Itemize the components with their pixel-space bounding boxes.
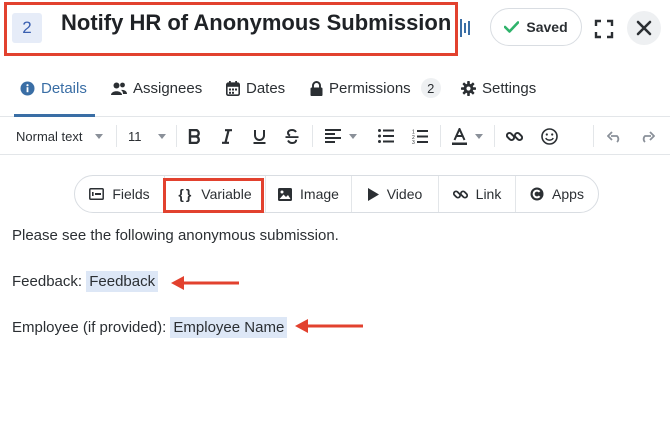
insert-label: Fields [112, 186, 150, 202]
redo-icon [642, 130, 655, 143]
employee-label: Employee (if provided): [12, 319, 167, 336]
text-color-icon [452, 127, 467, 145]
drag-handle-icon[interactable] [460, 19, 470, 37]
saved-button[interactable]: Saved [490, 8, 582, 46]
header: 2 Notify HR of Anonymous Submission Save… [0, 0, 670, 58]
chevron-down-icon [475, 133, 483, 139]
tab-label: Assignees [133, 79, 203, 97]
emoji-button[interactable] [541, 118, 558, 154]
font-size-value: 11 [128, 128, 142, 144]
font-size-dropdown[interactable]: 11 [128, 118, 166, 154]
insert-label: Video [386, 186, 423, 202]
bullet-list-button[interactable] [378, 118, 394, 154]
text-color-dropdown[interactable] [452, 118, 483, 154]
text-style-dropdown[interactable]: Normal text [16, 118, 104, 154]
feedback-variable-chip[interactable]: Feedback [86, 271, 159, 292]
divider [440, 125, 441, 147]
insert-fields-button[interactable]: Fields [75, 176, 164, 212]
close-button[interactable] [627, 11, 661, 45]
apps-icon [530, 187, 544, 201]
employee-line: Employee (if provided): Employee Name [12, 317, 288, 338]
employee-variable-chip[interactable]: Employee Name [170, 317, 288, 338]
saved-label: Saved [526, 19, 568, 35]
tab-label: Details [41, 79, 87, 97]
insert-link-button[interactable]: Link [439, 176, 515, 212]
emoji-icon [541, 127, 558, 145]
bold-button[interactable] [188, 118, 201, 154]
insert-label: Apps [552, 186, 584, 202]
redo-button[interactable] [640, 118, 655, 154]
play-icon [367, 187, 379, 201]
feedback-label: Feedback: [12, 273, 83, 290]
divider [116, 125, 117, 147]
users-icon [111, 82, 127, 95]
align-left-icon [325, 129, 341, 143]
image-icon [278, 187, 293, 201]
bullet-list-icon [378, 129, 394, 143]
bold-icon [188, 128, 200, 144]
permissions-count-badge: 2 [420, 78, 441, 98]
chevron-down-icon [349, 133, 357, 139]
link-icon [506, 131, 523, 141]
annotation-arrow-feedback [171, 276, 239, 290]
checkmark-icon [504, 21, 520, 33]
link-icon [452, 189, 468, 199]
svg-text:3: 3 [412, 140, 415, 144]
calendar-icon [226, 80, 240, 96]
insert-label: Image [300, 186, 339, 202]
tab-assignees[interactable]: Assignees [111, 60, 202, 116]
tab-label: Settings [482, 79, 537, 97]
divider [312, 125, 313, 147]
tab-settings[interactable]: Settings [461, 60, 536, 116]
insert-link-button[interactable] [506, 118, 523, 154]
fields-icon [89, 188, 105, 200]
close-icon [636, 20, 652, 36]
align-dropdown[interactable] [325, 118, 357, 154]
divider [176, 125, 177, 147]
annotation-arrow-employee [295, 319, 363, 333]
feedback-line: Feedback: Feedback [12, 271, 159, 292]
numbered-list-icon: 123 [412, 129, 428, 144]
insert-label: Link [475, 186, 502, 202]
strikethrough-button[interactable] [285, 118, 299, 154]
tab-details[interactable]: Details [14, 60, 95, 117]
insert-video-button[interactable]: Video [352, 176, 438, 212]
insert-apps-button[interactable]: Apps [516, 176, 598, 212]
undo-button[interactable] [607, 118, 622, 154]
undo-icon [607, 130, 620, 143]
italic-button[interactable] [221, 118, 233, 154]
numbered-list-button[interactable]: 123 [412, 118, 428, 154]
strikethrough-icon [285, 128, 299, 144]
info-icon [20, 81, 35, 95]
lock-icon [310, 80, 323, 96]
divider [593, 125, 594, 147]
tab-dates[interactable]: Dates [226, 60, 285, 116]
gear-icon [461, 80, 476, 96]
intro-text: Please see the following anonymous submi… [12, 227, 339, 244]
step-number-badge: 2 [12, 13, 42, 43]
text-style-value: Normal text [16, 128, 83, 144]
variable-highlight-box [163, 178, 264, 213]
tab-bar: Details Assignees Dates Permissions 2 Se… [0, 60, 670, 117]
formatting-toolbar: Normal text 11 123 [0, 118, 670, 155]
chevron-down-icon [157, 133, 166, 139]
underline-button[interactable] [253, 118, 266, 154]
page-title[interactable]: Notify HR of Anonymous Submission [61, 10, 451, 36]
expand-icon[interactable] [594, 19, 614, 39]
divider [494, 125, 495, 147]
tab-label: Dates [246, 79, 286, 97]
insert-image-button[interactable]: Image [266, 176, 351, 212]
insert-toolbar: Fields {} Variable Image Video Link Apps [74, 175, 599, 213]
italic-icon [222, 128, 232, 144]
underline-icon [253, 129, 266, 144]
tab-label: Permissions [329, 79, 411, 97]
tab-permissions[interactable]: Permissions 2 [310, 60, 441, 116]
chevron-down-icon [95, 133, 104, 139]
